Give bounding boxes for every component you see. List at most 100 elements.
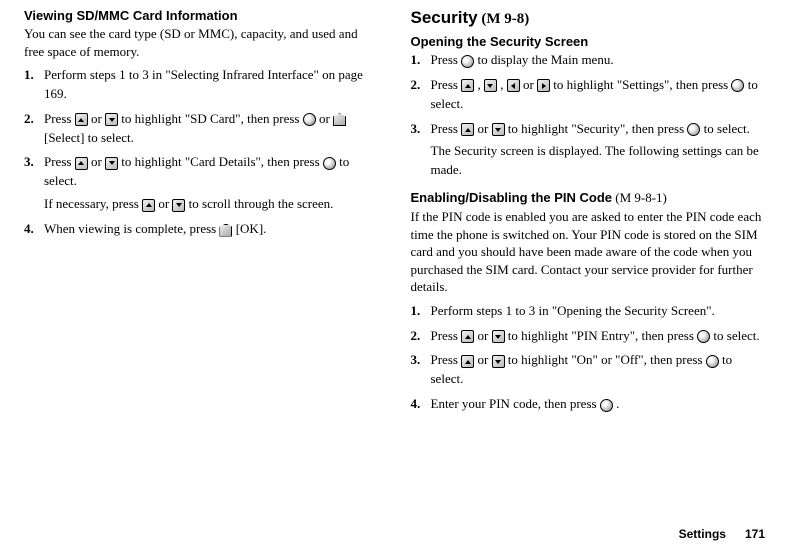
text: or	[477, 352, 491, 367]
step-number: 3.	[24, 153, 44, 214]
step-body: Perform steps 1 to 3 in "Selecting Infra…	[44, 66, 379, 104]
step-body: Press or to highlight "Card Details", th…	[44, 153, 379, 214]
up-arrow-icon	[461, 355, 474, 368]
columns: Viewing SD/MMC Card Information You can …	[24, 8, 765, 420]
down-arrow-icon	[105, 157, 118, 170]
text: .	[616, 396, 619, 411]
step-number: 3.	[411, 351, 431, 389]
step-4: 4. When viewing is complete, press [OK].	[24, 220, 379, 239]
text: or	[91, 154, 105, 169]
right-column: Security (M 9-8) Opening the Security Sc…	[411, 8, 766, 420]
step-number: 4.	[411, 395, 431, 414]
center-key-icon	[687, 123, 700, 136]
step-number: 2.	[24, 110, 44, 148]
step-number: 1.	[411, 302, 431, 321]
heading-opening-security: Opening the Security Screen	[411, 34, 766, 49]
text: Enter your PIN code, then press	[431, 396, 600, 411]
intro-viewing-card-info: You can see the card type (SD or MMC), c…	[24, 25, 379, 60]
down-arrow-icon	[492, 355, 505, 368]
text: or	[158, 196, 172, 211]
down-arrow-icon	[105, 113, 118, 126]
step-body: Enter your PIN code, then press .	[431, 395, 766, 414]
text: or	[477, 328, 491, 343]
text: If necessary, press	[44, 196, 142, 211]
step-2: 2. Press or to highlight "SD Card", then…	[24, 110, 379, 148]
step-1: 1. Perform steps 1 to 3 in "Selecting In…	[24, 66, 379, 104]
left-column: Viewing SD/MMC Card Information You can …	[24, 8, 379, 420]
center-key-icon	[600, 399, 613, 412]
up-arrow-icon	[142, 199, 155, 212]
step-body: Press to display the Main menu.	[431, 51, 766, 70]
step-1: 1. Press to display the Main menu.	[411, 51, 766, 70]
step-number: 2.	[411, 327, 431, 346]
text: Press	[431, 77, 462, 92]
text: Press	[44, 111, 75, 126]
steps-viewing-card-info: 1. Perform steps 1 to 3 in "Selecting In…	[24, 66, 379, 239]
text: [Select] to select.	[44, 130, 134, 145]
softkey-icon	[219, 224, 232, 237]
step-number: 2.	[411, 76, 431, 114]
text: Press	[431, 121, 462, 136]
text: to select.	[713, 328, 759, 343]
step-extra: If necessary, press or to scroll through…	[44, 195, 379, 214]
text: Press	[431, 328, 462, 343]
down-arrow-icon	[492, 330, 505, 343]
down-arrow-icon	[484, 79, 497, 92]
text: or	[523, 77, 537, 92]
up-arrow-icon	[75, 113, 88, 126]
steps-opening-security: 1. Press to display the Main menu. 2. Pr…	[411, 51, 766, 180]
center-key-icon	[697, 330, 710, 343]
text: to highlight "Security", then press	[508, 121, 688, 136]
up-arrow-icon	[461, 123, 474, 136]
down-arrow-icon	[172, 199, 185, 212]
right-arrow-icon	[537, 79, 550, 92]
step-1: 1. Perform steps 1 to 3 in "Opening the …	[411, 302, 766, 321]
text: to highlight "Card Details", then press	[121, 154, 323, 169]
step-number: 3.	[411, 120, 431, 181]
text: Press	[431, 352, 462, 367]
footer: Settings 171	[679, 527, 765, 542]
step-body: Press or to highlight "On" or "Off", the…	[431, 351, 766, 389]
step-number: 1.	[24, 66, 44, 104]
step-3: 3. Press or to highlight "Card Details",…	[24, 153, 379, 214]
step-2: 2. Press , , or to highlight "Settings",…	[411, 76, 766, 114]
step-body: Perform steps 1 to 3 in "Opening the Sec…	[431, 302, 766, 321]
menu-code: (M 9-8)	[478, 11, 530, 27]
step-body: Press or to highlight "PIN Entry", then …	[431, 327, 766, 346]
text: ,	[477, 77, 484, 92]
text: ,	[500, 77, 507, 92]
heading-security-text: Security	[411, 8, 478, 27]
text: Press	[431, 52, 462, 67]
left-arrow-icon	[507, 79, 520, 92]
steps-pin-code: 1. Perform steps 1 to 3 in "Opening the …	[411, 302, 766, 414]
center-key-icon	[706, 355, 719, 368]
center-key-icon	[303, 113, 316, 126]
step-number: 1.	[411, 51, 431, 70]
text: to display the Main menu.	[477, 52, 613, 67]
heading-security: Security (M 9-8)	[411, 8, 766, 28]
step-3: 3. Press or to highlight "On" or "Off", …	[411, 351, 766, 389]
step-3: 3. Press or to highlight "Security", the…	[411, 120, 766, 181]
text: or	[319, 111, 333, 126]
text: or	[477, 121, 491, 136]
step-2: 2. Press or to highlight "PIN Entry", th…	[411, 327, 766, 346]
heading-pin-code: Enabling/Disabling the PIN Code (M 9-8-1…	[411, 190, 766, 206]
center-key-icon	[461, 55, 474, 68]
text: to highlight "PIN Entry", then press	[508, 328, 697, 343]
up-arrow-icon	[461, 330, 474, 343]
page: Viewing SD/MMC Card Information You can …	[0, 0, 789, 552]
center-key-icon	[323, 157, 336, 170]
heading-viewing-card-info: Viewing SD/MMC Card Information	[24, 8, 379, 23]
center-key-icon	[731, 79, 744, 92]
text: to select.	[704, 121, 750, 136]
text: to highlight "On" or "Off", then press	[508, 352, 706, 367]
down-arrow-icon	[492, 123, 505, 136]
softkey-icon	[333, 113, 346, 126]
text: to highlight "Settings", then press	[553, 77, 731, 92]
step-body: When viewing is complete, press [OK].	[44, 220, 379, 239]
intro-pin-code: If the PIN code is enabled you are asked…	[411, 208, 766, 296]
text: to highlight "SD Card", then press	[121, 111, 302, 126]
footer-section-label: Settings	[679, 527, 726, 541]
text: or	[91, 111, 105, 126]
text: to scroll through the screen.	[189, 196, 334, 211]
